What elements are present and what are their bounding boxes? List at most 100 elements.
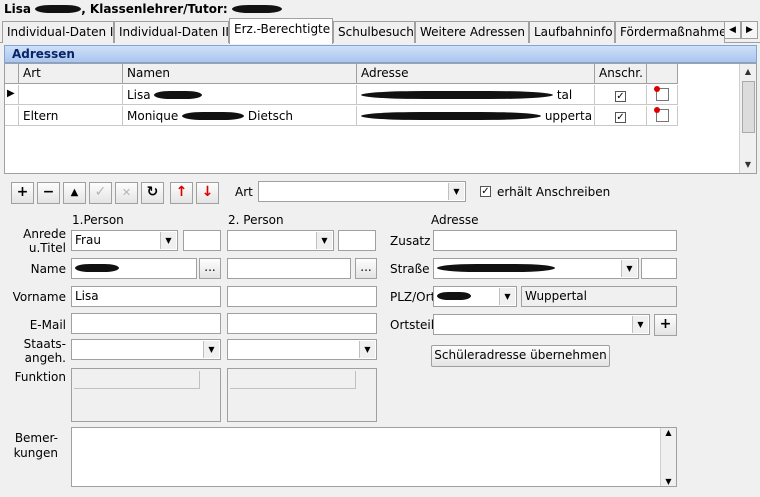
cell-adresse[interactable]: tal <box>357 85 595 105</box>
person2-titel-input[interactable] <box>338 230 376 251</box>
cell-namen[interactable]: Monique Dietsch <box>123 106 357 126</box>
person2-anrede-select[interactable]: ▼ <box>227 230 334 251</box>
cell-namen-text: Lisa <box>127 88 151 102</box>
cell-adresse[interactable]: upperta <box>357 106 595 126</box>
chevron-down-icon[interactable]: ▼ <box>203 341 219 358</box>
window-title: Lisa , Klassenlehrer/Tutor: <box>0 0 760 18</box>
document-icon[interactable] <box>653 107 669 122</box>
ort-field: Wuppertal <box>521 286 677 307</box>
tab-individual-daten-2[interactable]: Individual-Daten II <box>114 21 229 43</box>
hausnummer-input[interactable] <box>641 258 677 279</box>
anschr-checkbox[interactable]: ✓ <box>615 91 626 102</box>
tab-scroll-right-icon[interactable]: ▶ <box>741 21 758 39</box>
table-vertical-scrollbar[interactable]: ▲ ▼ <box>739 64 756 173</box>
cell-adresse-tail: tal <box>556 88 573 102</box>
strasse-label: Straße <box>390 262 430 276</box>
tab-schulbesuch[interactable]: Schulbesuch <box>333 21 415 43</box>
teacher-label: , Klassenlehrer/Tutor: <box>81 2 228 16</box>
cell-namen-text: Monique <box>127 109 179 123</box>
chevron-down-icon[interactable]: ▼ <box>632 316 648 333</box>
move-down-button[interactable]: ↓ <box>196 182 219 204</box>
anschr-checkbox[interactable]: ✓ <box>615 112 626 123</box>
person1-funktion-list[interactable] <box>71 368 221 422</box>
erhaelt-anschreiben-label: erhält Anschreiben <box>497 185 611 199</box>
redacted-strasse <box>437 264 555 272</box>
plz-select[interactable]: ▼ <box>433 286 517 307</box>
cell-doc[interactable] <box>647 85 678 105</box>
tab-scroll-left-icon[interactable]: ◀ <box>724 21 741 39</box>
cell-art[interactable]: Eltern <box>19 106 123 126</box>
redacted-person1-name <box>75 264 119 272</box>
cell-anschr[interactable]: ✓ <box>595 106 647 126</box>
move-up-button[interactable]: ↑ <box>170 182 193 204</box>
person2-name-input[interactable] <box>227 258 351 279</box>
chevron-down-icon[interactable]: ▼ <box>621 260 637 277</box>
person1-anrede-select[interactable]: Frau ▼ <box>71 230 178 251</box>
row-indicator-header <box>5 64 19 84</box>
student-first-name: Lisa <box>4 2 31 16</box>
bemerkungen-label: Bemer- kungen <box>13 431 58 460</box>
tab-weitere-adressen[interactable]: Weitere Adressen <box>415 21 529 43</box>
confirm-button[interactable]: ✓ <box>89 182 112 204</box>
scroll-down-icon[interactable]: ▼ <box>661 477 676 486</box>
cell-doc[interactable] <box>647 106 678 126</box>
person2-vorname-input[interactable] <box>227 286 377 307</box>
remove-button[interactable]: − <box>37 182 60 204</box>
cancel-button[interactable]: ✕ <box>115 182 138 204</box>
person1-name-input[interactable] <box>71 258 197 279</box>
chevron-down-icon[interactable]: ▼ <box>448 183 464 200</box>
person1-funktion-cell[interactable] <box>74 371 200 389</box>
chevron-down-icon[interactable]: ▼ <box>359 341 375 358</box>
person2-email-input[interactable] <box>227 313 377 334</box>
chevron-down-icon[interactable]: ▼ <box>316 232 332 249</box>
redacted-teacher-name <box>231 5 282 13</box>
person1-email-input[interactable] <box>71 313 221 334</box>
column-header-adresse[interactable]: Adresse <box>357 64 595 84</box>
staatsangehoerigkeit-label: Staats- angeh. <box>23 337 66 365</box>
erhaelt-anschreiben-checkbox[interactable]: ✓ <box>480 186 491 197</box>
add-button[interactable]: + <box>11 182 34 204</box>
redacted-address <box>361 112 541 120</box>
scroll-down-icon[interactable]: ▼ <box>740 157 756 173</box>
email-label: E-Mail <box>29 318 66 332</box>
zusatz-input[interactable] <box>433 230 677 251</box>
anrede-label: Anrede u.Titel <box>23 227 66 255</box>
cell-art[interactable] <box>19 85 123 105</box>
tab-individual-daten-1[interactable]: Individual-Daten I <box>2 21 114 43</box>
cell-anschr[interactable]: ✓ <box>595 85 647 105</box>
person1-staatsangehoerigkeit-select[interactable]: ▼ <box>71 339 221 360</box>
person1-name-lookup-button[interactable]: ... <box>199 258 221 279</box>
tab-laufbahninfo[interactable]: Laufbahninfo <box>529 21 615 43</box>
refresh-button[interactable]: ↻ <box>141 182 164 204</box>
person1-titel-input[interactable] <box>183 230 221 251</box>
add-ortsteil-button[interactable]: + <box>654 314 677 336</box>
tab-foerdermassnahme[interactable]: Fördermaßnahme <box>615 21 725 43</box>
column-header-namen[interactable]: Namen <box>123 64 357 84</box>
tab-bar: Individual-Daten I Individual-Daten II E… <box>0 18 760 44</box>
chevron-down-icon[interactable]: ▼ <box>160 232 176 249</box>
scroll-thumb[interactable] <box>742 81 755 133</box>
document-icon[interactable] <box>653 86 669 101</box>
redacted-surname <box>154 91 203 99</box>
redacted-names <box>182 112 245 120</box>
ortsteil-select[interactable]: ▼ <box>433 314 650 335</box>
chevron-down-icon[interactable]: ▼ <box>499 288 515 305</box>
first-record-button[interactable]: ▲ <box>63 182 86 204</box>
cell-namen[interactable]: Lisa <box>123 85 357 105</box>
cell-namen-tail: Dietsch <box>247 109 294 123</box>
bemerkungen-textarea[interactable]: ▲ ▼ <box>71 427 677 487</box>
strasse-select[interactable]: ▼ <box>433 258 639 279</box>
tab-erz-berechtigte[interactable]: Erz.-Berechtigte <box>229 18 333 44</box>
person2-name-lookup-button[interactable]: ... <box>355 258 377 279</box>
art-select[interactable]: ▼ <box>258 181 466 202</box>
scroll-up-icon[interactable]: ▲ <box>661 428 676 437</box>
column-header-art[interactable]: Art <box>19 64 123 84</box>
bemerkungen-scrollbar[interactable]: ▲ ▼ <box>660 428 676 486</box>
column-header-anschr[interactable]: Anschr. <box>595 64 647 84</box>
person1-vorname-input[interactable]: Lisa <box>71 286 221 307</box>
person2-staatsangehoerigkeit-select[interactable]: ▼ <box>227 339 377 360</box>
person2-funktion-cell[interactable] <box>230 371 356 389</box>
schueleradresse-uebernehmen-button[interactable]: Schüleradresse übernehmen <box>431 345 610 367</box>
person2-funktion-list[interactable] <box>227 368 377 422</box>
scroll-up-icon[interactable]: ▲ <box>740 64 756 80</box>
